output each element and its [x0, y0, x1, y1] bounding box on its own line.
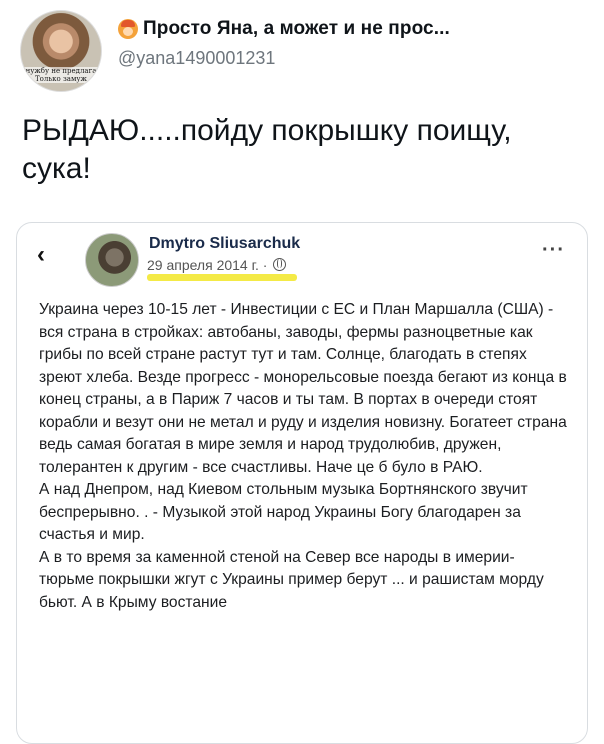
avatar[interactable]: нужбу не предлага Только замуж — [20, 10, 102, 92]
user-handle[interactable]: @yana1490001231 — [118, 48, 275, 69]
post-author-avatar[interactable] — [85, 233, 139, 287]
post-paragraph: Украина через 10-15 лет - Инвестиции с Е… — [39, 301, 567, 476]
post-paragraph: А над Днепром, над Киевом стольным музык… — [39, 481, 528, 543]
yellow-highlight-mark — [147, 274, 297, 281]
back-arrow-icon[interactable]: ‹ — [37, 243, 45, 267]
post-date-text: 29 апреля 2014 г. · — [147, 257, 268, 273]
display-name[interactable]: Просто Яна, а может и не прос... — [143, 18, 450, 40]
avatar-caption: нужбу не предлага Только замуж — [21, 67, 101, 83]
tweet-header: нужбу не предлага Только замуж Просто Ян… — [20, 8, 590, 92]
embedded-post-screenshot[interactable]: ‹ Dmytro Sliusarchuk 29 апреля 2014 г. ·… — [16, 222, 588, 744]
post-date: 29 апреля 2014 г. · — [147, 257, 287, 273]
globe-icon — [273, 258, 287, 271]
post-paragraph: А в то время за каменной стеной на Север… — [39, 548, 544, 611]
post-author-name[interactable]: Dmytro Sliusarchuk — [149, 235, 300, 253]
post-date-row: 29 апреля 2014 г. · — [147, 257, 297, 283]
girl-emoji-icon — [118, 19, 138, 39]
more-options-icon[interactable]: ··· — [542, 239, 565, 262]
tweet-text: РЫДАЮ.....пойду покрышку поищу, сука! — [22, 114, 512, 185]
post-body: Украина через 10-15 лет - Инвестиции с Е… — [39, 299, 569, 614]
display-name-row[interactable]: Просто Яна, а может и не прос... — [118, 18, 450, 40]
